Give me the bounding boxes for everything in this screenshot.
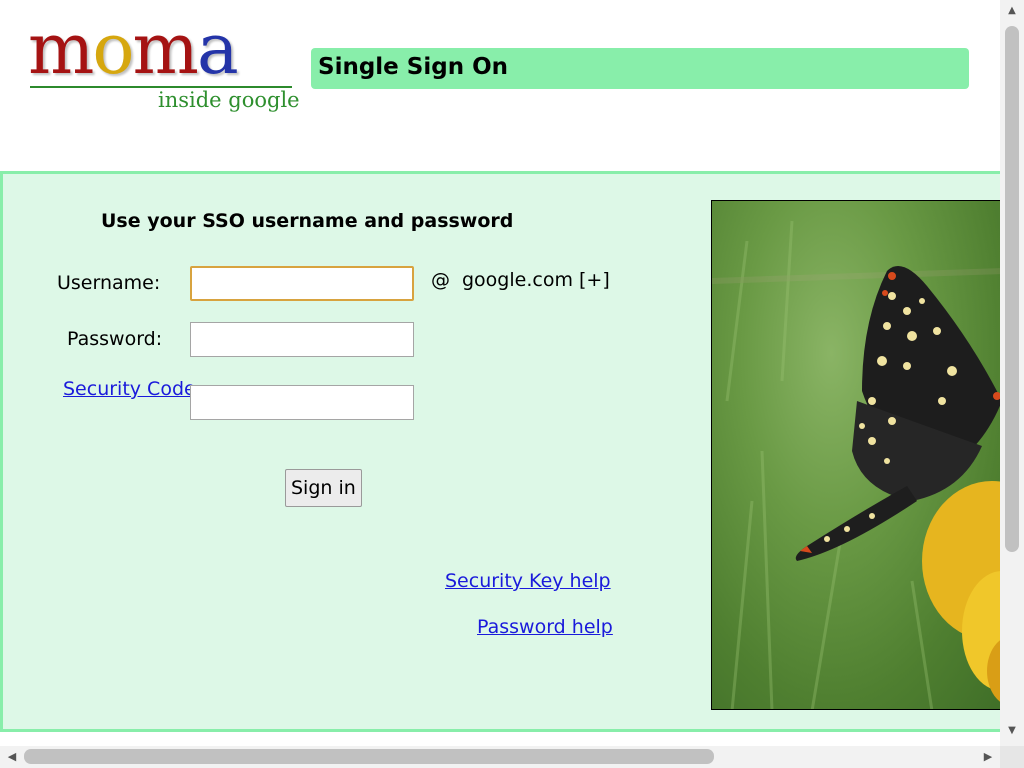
page-title: Single Sign On (318, 54, 508, 80)
security-key-help-link[interactable]: Security Key help (445, 570, 611, 592)
scroll-left-arrow-icon[interactable]: ◀ (2, 746, 22, 768)
butterfly-photo (711, 200, 1000, 710)
at-sign: @ (431, 269, 450, 291)
scroll-up-arrow-icon[interactable]: ▲ (1000, 2, 1024, 20)
scroll-right-arrow-icon[interactable]: ▶ (978, 746, 998, 768)
password-input[interactable] (190, 322, 414, 357)
security-code-label: Security Code: (63, 377, 202, 402)
sign-in-button[interactable]: Sign in (285, 469, 362, 507)
security-code-link[interactable]: Security Code (63, 378, 196, 400)
horizontal-scroll-thumb[interactable] (24, 749, 714, 764)
domain-suffix: @ google.com [+] (431, 269, 610, 291)
form-heading: Use your SSO username and password (101, 210, 514, 232)
logo-letter-m2: m (132, 8, 199, 90)
security-code-input[interactable] (190, 385, 414, 420)
flower (922, 481, 1000, 702)
horizontal-scrollbar[interactable]: ◀ ▶ (0, 746, 1000, 768)
logo-letter-m1: m (28, 8, 94, 90)
username-input[interactable] (190, 266, 414, 301)
vertical-scroll-thumb[interactable] (1005, 26, 1019, 552)
scroll-down-arrow-icon[interactable]: ▼ (1000, 722, 1024, 740)
moma-logo[interactable]: moma inside google (28, 14, 300, 122)
page-title-bar: Single Sign On (311, 48, 969, 89)
scrollbar-corner (1000, 746, 1024, 768)
password-help-link[interactable]: Password help (477, 616, 613, 638)
domain-selector[interactable]: google.com [+] (462, 269, 610, 291)
password-label: Password: (67, 328, 163, 350)
logo-letter-o: o (92, 8, 134, 90)
logo-letter-a: a (196, 8, 239, 90)
logo-wordmark: moma (28, 14, 239, 84)
vertical-scrollbar[interactable]: ▲ ▼ (1000, 0, 1024, 746)
butterfly-illustration (712, 220, 1000, 709)
username-label: Username: (57, 272, 161, 294)
page-viewport: moma inside google Single Sign On Use yo… (0, 0, 1000, 746)
logo-tagline: inside google (158, 88, 300, 112)
login-panel: Use your SSO username and password Usern… (0, 171, 1000, 732)
